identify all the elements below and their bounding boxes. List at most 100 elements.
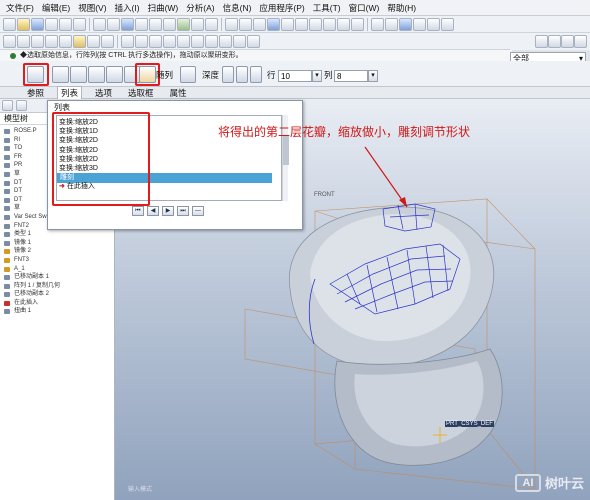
tab-3[interactable]: 选取框 (125, 87, 157, 99)
style-icon[interactable] (177, 34, 190, 48)
reorient-icon[interactable] (309, 17, 322, 31)
datum-axes-icon[interactable] (385, 17, 398, 31)
tree-item[interactable]: 已移动副本 1 (4, 273, 114, 282)
help-context-icon[interactable] (247, 34, 260, 48)
trim-icon[interactable] (233, 34, 246, 48)
menu-item[interactable]: 插入(I) (111, 2, 144, 14)
coordinate-system-icon[interactable] (59, 34, 72, 48)
shading-icon[interactable] (399, 17, 412, 31)
column-count-dropdown[interactable]: ▾ (368, 70, 378, 82)
tree-item[interactable]: 已移动副本 2 (4, 290, 114, 299)
redo-icon[interactable] (107, 17, 120, 31)
tree-item[interactable]: 类型 1 (4, 230, 114, 239)
wireframe-icon[interactable] (427, 17, 440, 31)
spin-center-icon[interactable] (239, 17, 252, 31)
menu-item[interactable]: 文件(F) (2, 2, 38, 14)
last-page-icon[interactable]: ⏭ (177, 206, 189, 216)
menu-item[interactable]: 扫曲(W) (144, 2, 183, 14)
row-count-input[interactable] (278, 70, 312, 82)
previous-page-icon[interactable]: ◀ (147, 206, 159, 216)
copy-icon[interactable] (135, 17, 148, 31)
warp-icon[interactable] (191, 34, 204, 48)
print-icon[interactable] (45, 17, 58, 31)
paste-special-icon[interactable] (163, 17, 176, 31)
transform-tool-icon[interactable] (52, 66, 69, 83)
tab-4[interactable]: 属性 (167, 87, 190, 99)
tree-item-label: 在此插入 (14, 299, 39, 306)
tree-item[interactable]: 镜像 1 (4, 239, 114, 248)
new-file-icon[interactable] (3, 17, 16, 31)
tree-item[interactable]: 镜像 2 (4, 247, 114, 256)
model-tree-icon[interactable] (2, 100, 13, 111)
sketch-icon[interactable] (87, 34, 100, 48)
menu-item[interactable]: 应用程序(P) (255, 2, 308, 14)
folder-browser-icon[interactable] (16, 100, 27, 111)
depth-option-2-icon[interactable] (236, 66, 248, 83)
zoom-in-icon[interactable] (267, 17, 280, 31)
view-manager-icon[interactable] (351, 17, 364, 31)
email-icon[interactable] (59, 17, 72, 31)
select-icon[interactable] (191, 17, 204, 31)
tab-2[interactable]: 选项 (92, 87, 115, 99)
first-page-icon[interactable]: ⏮ (132, 206, 144, 216)
menu-item[interactable]: 分析(A) (182, 2, 218, 14)
refit-icon[interactable] (295, 17, 308, 31)
datum-plane-icon[interactable] (3, 34, 16, 48)
datum-point-icon[interactable] (45, 34, 58, 48)
extrude-icon[interactable] (121, 34, 134, 48)
revolve-icon[interactable] (135, 34, 148, 48)
depth-option-3-icon[interactable] (250, 66, 262, 83)
model-tree-toggle-icon[interactable] (535, 35, 548, 48)
paste-icon[interactable] (149, 17, 162, 31)
appearance-icon[interactable] (441, 17, 454, 31)
menu-item[interactable]: 信息(N) (219, 2, 256, 14)
datum-axis-icon[interactable] (17, 34, 30, 48)
menu-item[interactable]: 帮助(H) (383, 2, 420, 14)
layer-tree-toggle-icon[interactable] (548, 35, 561, 48)
cut-icon[interactable] (73, 17, 86, 31)
row-count-dropdown[interactable]: ▾ (312, 70, 322, 82)
feature-icon (4, 137, 10, 143)
tree-item[interactable]: 扭曲 1 (4, 307, 114, 316)
regenerate-icon[interactable] (121, 17, 134, 31)
menu-item[interactable]: 工具(T) (309, 2, 345, 14)
analysis-icon[interactable] (73, 34, 86, 48)
tab-1[interactable]: 列表 (57, 86, 83, 99)
find-icon[interactable] (177, 17, 190, 31)
open-folder-icon[interactable] (17, 17, 30, 31)
sweep-icon[interactable] (149, 34, 162, 48)
spine-tool-icon[interactable] (88, 66, 105, 83)
remove-icon[interactable]: — (192, 206, 204, 216)
menu-item[interactable]: 视图(V) (74, 2, 110, 14)
warp-tool-icon[interactable] (70, 66, 87, 83)
measure-icon[interactable] (101, 34, 114, 48)
tree-item[interactable]: 阵列 1 / 复制几何 (4, 282, 114, 291)
menu-item[interactable]: 编辑(E) (38, 2, 74, 14)
settings-icon[interactable] (574, 35, 587, 48)
column-count-input[interactable] (334, 70, 368, 82)
next-page-icon[interactable]: ▶ (162, 206, 174, 216)
orient-icon[interactable] (253, 17, 266, 31)
depth-option-1-icon[interactable] (222, 66, 234, 83)
tree-item[interactable]: 在此插入 (4, 299, 114, 308)
save-icon[interactable] (31, 17, 44, 31)
undo-icon[interactable] (93, 17, 106, 31)
zoom-out-icon[interactable] (281, 17, 294, 31)
menu-item[interactable]: 窗口(W) (345, 2, 384, 14)
hidden-line-icon[interactable] (413, 17, 426, 31)
mirror-icon[interactable] (205, 34, 218, 48)
tree-item[interactable]: A_1 (4, 265, 114, 274)
tree-item[interactable]: FNT3 (4, 256, 114, 265)
merge-icon[interactable] (219, 34, 232, 48)
tab-0[interactable]: 参照 (24, 87, 47, 99)
layers-icon[interactable] (337, 17, 350, 31)
stretch-tool-icon[interactable] (106, 66, 123, 83)
saved-views-icon[interactable] (323, 17, 336, 31)
help-icon[interactable] (205, 17, 218, 31)
datum-planes-icon[interactable] (371, 17, 384, 31)
datum-curve-icon[interactable] (31, 34, 44, 48)
repaint-icon[interactable] (225, 17, 238, 31)
filter-icon[interactable] (561, 35, 574, 48)
blend-icon[interactable] (163, 34, 176, 48)
direction-icon[interactable] (180, 66, 196, 83)
